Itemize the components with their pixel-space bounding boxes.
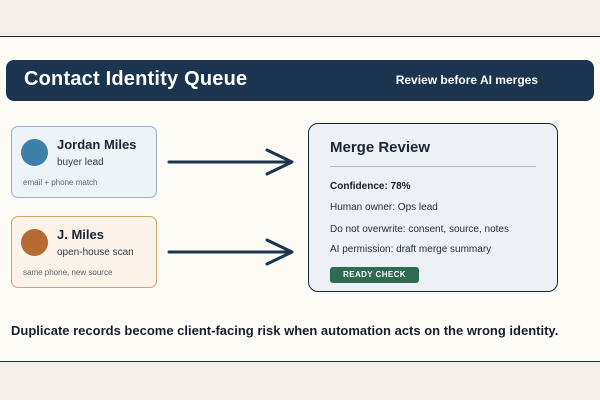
arrow-right-icon — [167, 148, 294, 176]
human-owner-text: Human owner: Ops lead — [330, 202, 438, 213]
avatar — [21, 229, 48, 256]
contact-match-note: email + phone match — [23, 178, 98, 187]
page-title: Contact Identity Queue — [24, 68, 248, 90]
header-subtitle: Review before AI merges — [395, 73, 538, 87]
arrow-right-icon — [167, 238, 294, 266]
do-not-overwrite-text: Do not overwrite: consent, source, notes — [330, 224, 509, 235]
header-bar: Contact Identity Queue Review before AI … — [6, 60, 594, 101]
merge-review-panel: Merge Review Confidence: 78% Human owner… — [308, 123, 558, 292]
merge-review-title: Merge Review — [330, 139, 431, 156]
contact-card-j-miles[interactable]: J. Miles open-house scan same phone, new… — [11, 216, 157, 288]
divider — [330, 166, 536, 167]
contact-card-jordan-miles[interactable]: Jordan Miles buyer lead email + phone ma… — [11, 126, 157, 198]
footer-caption: Duplicate records become client-facing r… — [11, 323, 559, 338]
ai-permission-text: AI permission: draft merge summary — [330, 244, 492, 255]
contact-name: Jordan Miles — [57, 137, 137, 152]
ready-check-button[interactable]: READY CHECK — [330, 267, 419, 283]
contact-name: J. Miles — [57, 227, 104, 242]
contact-match-note: same phone, new source — [23, 268, 113, 277]
contact-role: open-house scan — [57, 247, 134, 258]
contact-role: buyer lead — [57, 157, 104, 168]
confidence-text: Confidence: 78% — [330, 181, 411, 192]
avatar — [21, 139, 48, 166]
